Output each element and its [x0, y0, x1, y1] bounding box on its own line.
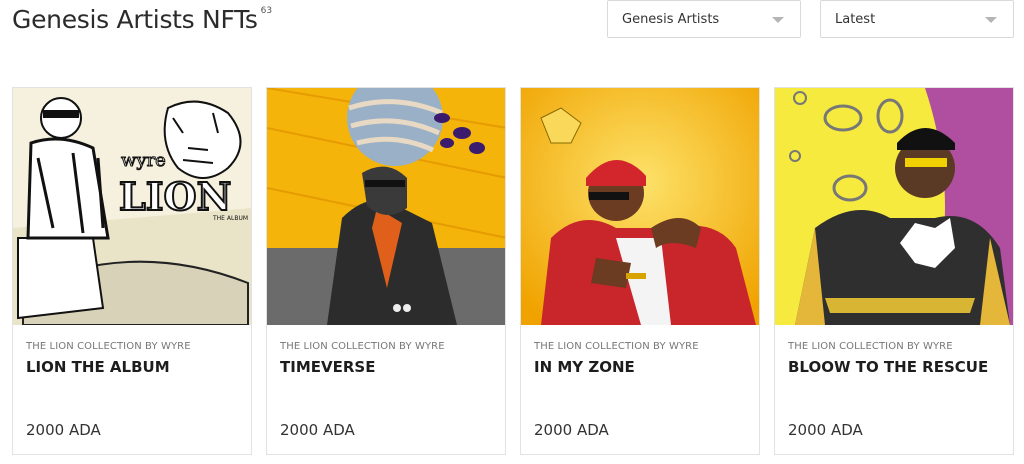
page-title: Genesis Artists NFTs: [12, 5, 258, 34]
chevron-down-icon: [985, 17, 997, 23]
nft-card[interactable]: THE LION COLLECTION BY WYRE IN MY ZONE 2…: [520, 87, 760, 455]
nft-card[interactable]: THE LION COLLECTION BY WYRE BLOOW TO THE…: [774, 87, 1014, 455]
nft-artwork-image: [521, 88, 759, 325]
collection-name: THE LION COLLECTION BY WYRE: [788, 341, 953, 352]
collection-name: THE LION COLLECTION BY WYRE: [534, 341, 699, 352]
nft-title[interactable]: TIMEVERSE: [280, 358, 375, 376]
nft-artwork[interactable]: [775, 88, 1013, 325]
nft-title[interactable]: LION THE ALBUM: [26, 358, 170, 376]
artist-filter-select[interactable]: Genesis Artists: [607, 0, 801, 38]
nft-count: 63: [260, 6, 273, 16]
nft-price: 2000 ADA: [26, 421, 101, 439]
collection-name: THE LION COLLECTION BY WYRE: [26, 341, 191, 352]
nft-price: 2000 ADA: [788, 421, 863, 439]
nft-artwork-image: wyre LION THE ALBUM: [13, 88, 251, 325]
art-text-the-album: THE ALBUM: [212, 215, 248, 222]
nft-title[interactable]: IN MY ZONE: [534, 358, 635, 376]
chevron-down-icon: [772, 17, 784, 23]
nft-price: 2000 ADA: [280, 421, 355, 439]
nft-card[interactable]: wyre LION THE ALBUM THE LION COLLECTION …: [12, 87, 252, 455]
nft-card[interactable]: THE LION COLLECTION BY WYRE TIMEVERSE 20…: [266, 87, 506, 455]
page-header: Genesis Artists NFTs 63: [12, 4, 272, 40]
sort-value: Latest: [835, 11, 876, 27]
nft-artwork[interactable]: wyre LION THE ALBUM: [13, 88, 251, 325]
nft-price: 2000 ADA: [534, 421, 609, 439]
nft-artwork[interactable]: [521, 88, 759, 325]
collection-name: THE LION COLLECTION BY WYRE: [280, 341, 445, 352]
nft-artwork-image: [775, 88, 1013, 325]
sort-select[interactable]: Latest: [820, 0, 1014, 38]
nft-artwork-image: [267, 88, 505, 325]
art-text-lion: LION: [119, 174, 231, 219]
nft-title[interactable]: BLOOW TO THE RESCUE: [788, 358, 988, 376]
nft-artwork[interactable]: [267, 88, 505, 325]
art-text-wyre: wyre: [121, 150, 166, 171]
artist-filter-value: Genesis Artists: [622, 11, 720, 27]
